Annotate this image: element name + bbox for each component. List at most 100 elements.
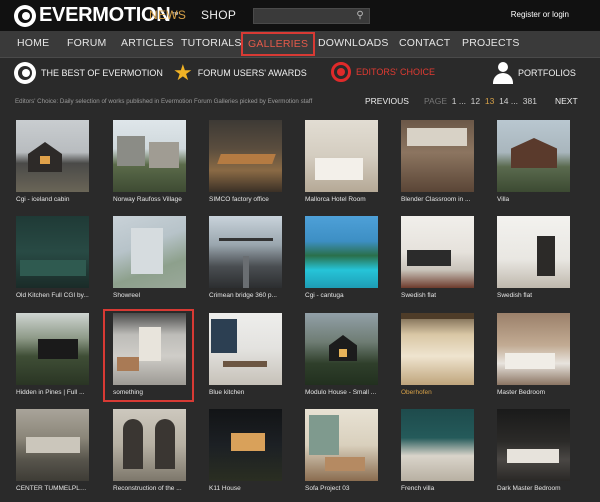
page-1[interactable]: 1: [452, 96, 457, 106]
search-icon[interactable]: ⚲: [354, 10, 366, 22]
gallery-tile[interactable]: Cgi - iceland cabin: [16, 120, 89, 203]
gallery-caption[interactable]: Dark Master Bedroom: [497, 485, 570, 492]
gallery-caption[interactable]: Swedish flat: [401, 292, 474, 299]
gallery-caption[interactable]: Showreel: [113, 292, 186, 299]
gallery-thumbnail[interactable]: [497, 409, 570, 481]
nav-contact[interactable]: CONTACT: [399, 37, 450, 49]
gallery-caption[interactable]: Sofa Project 03: [305, 485, 378, 492]
gallery-tile[interactable]: SIMCO factory office: [209, 120, 282, 203]
gallery-caption[interactable]: K11 House: [209, 485, 282, 492]
gallery-tile[interactable]: Villa: [497, 120, 570, 203]
nav-tutorials[interactable]: TUTORIALS: [181, 37, 242, 49]
nav-galleries[interactable]: GALLERIES: [241, 32, 316, 56]
gallery-tile[interactable]: Sofa Project 03: [305, 409, 378, 492]
category-editors-choice[interactable]: EDITORS' CHOICE: [331, 62, 435, 82]
category-best-of-evermotion[interactable]: THE BEST OF EVERMOTION: [14, 62, 163, 84]
page-381[interactable]: 381: [523, 96, 537, 106]
page-14[interactable]: 14: [499, 96, 508, 106]
gallery-tile[interactable]: French villa: [401, 409, 474, 492]
gallery-thumbnail[interactable]: [209, 409, 282, 481]
evermotion-logo-icon: [14, 62, 36, 84]
register-login-link[interactable]: Register or login: [511, 10, 569, 19]
gallery-caption[interactable]: Blue kitchen: [209, 389, 282, 396]
gallery-tile[interactable]: Hidden in Pines | Full ...: [16, 313, 89, 396]
star-icon: ★: [173, 60, 193, 85]
gallery-thumbnail[interactable]: [497, 216, 570, 288]
gallery-thumbnail[interactable]: [497, 313, 570, 385]
gallery-thumbnail[interactable]: [305, 120, 378, 192]
gallery-thumbnail[interactable]: [209, 313, 282, 385]
page-ellipsis: ...: [510, 96, 519, 106]
pager-next[interactable]: NEXT: [555, 96, 578, 106]
page-13-current: 13: [484, 96, 495, 106]
gallery-caption[interactable]: Blender Classroom in ...: [401, 196, 474, 203]
gallery-tile[interactable]: Reconstruction of the ...: [113, 409, 186, 492]
gallery-tile[interactable]: Dark Master Bedroom: [497, 409, 570, 492]
gallery-caption[interactable]: Crimean bridge 360 p...: [209, 292, 282, 299]
gallery-thumbnail[interactable]: [113, 216, 186, 288]
gallery-caption[interactable]: Oberhofen: [401, 389, 474, 396]
gallery-tile[interactable]: Master Bedroom: [497, 313, 570, 396]
gallery-tile[interactable]: Oberhofen: [401, 313, 474, 396]
gallery-thumbnail[interactable]: [401, 216, 474, 288]
gallery-thumbnail[interactable]: [497, 120, 570, 192]
gallery-tile[interactable]: Blue kitchen: [209, 313, 282, 396]
nav-forum[interactable]: FORUM: [67, 37, 107, 49]
gallery-thumbnail[interactable]: [16, 313, 89, 385]
gallery-tile[interactable]: Old Kitchen Full CGI by...: [16, 216, 89, 299]
gallery-caption[interactable]: Mallorca Hotel Room: [305, 196, 378, 203]
gallery-thumbnail[interactable]: [305, 216, 378, 288]
gallery-thumbnail[interactable]: [113, 409, 186, 481]
gallery-thumbnail[interactable]: [16, 120, 89, 192]
gallery-thumbnail[interactable]: [401, 120, 474, 192]
category-label: FORUM USERS' AWARDS: [197, 68, 307, 78]
gallery-caption[interactable]: Villa: [497, 196, 570, 203]
gallery-caption[interactable]: Reconstruction of the ...: [113, 485, 186, 492]
gallery-caption[interactable]: SIMCO factory office: [209, 196, 282, 203]
gallery-thumbnail[interactable]: [401, 313, 474, 385]
gallery-thumbnail[interactable]: [16, 409, 89, 481]
gallery-caption[interactable]: French villa: [401, 485, 474, 492]
gallery-thumbnail[interactable]: [401, 409, 474, 481]
gallery-caption[interactable]: Cgi - cantuga: [305, 292, 378, 299]
page-ellipsis: ...: [458, 96, 466, 106]
gallery-caption[interactable]: Modulo House - Small ...: [305, 389, 378, 396]
gallery-tile[interactable]: Modulo House - Small ...: [305, 313, 378, 396]
gallery-tile[interactable]: Showreel: [113, 216, 186, 299]
top-nav-shop[interactable]: SHOP: [201, 8, 236, 22]
gallery-thumbnail[interactable]: [16, 216, 89, 288]
page-12[interactable]: 12: [471, 96, 480, 106]
category-portfolios[interactable]: PORTFOLIOS: [493, 62, 576, 84]
nav-downloads[interactable]: DOWNLOADS: [318, 37, 389, 49]
gallery-tile[interactable]: Swedish flat: [401, 216, 474, 299]
gallery-caption[interactable]: Master Bedroom: [497, 389, 570, 396]
gallery-tile[interactable]: Swedish flat: [497, 216, 570, 299]
gallery-caption[interactable]: Old Kitchen Full CGI by...: [16, 292, 89, 299]
gallery-tile[interactable]: K11 House: [209, 409, 282, 492]
gallery-thumbnail[interactable]: [209, 216, 282, 288]
gallery-thumbnail[interactable]: [113, 120, 186, 192]
gallery-thumbnail[interactable]: [305, 409, 378, 481]
nav-projects[interactable]: PROJECTS: [462, 37, 520, 49]
nav-home[interactable]: HOME: [17, 37, 49, 49]
gallery-tile[interactable]: Mallorca Hotel Room: [305, 120, 378, 203]
gallery-caption[interactable]: Swedish flat: [497, 292, 570, 299]
category-forum-users-awards[interactable]: ★ FORUM USERS' AWARDS: [173, 62, 307, 84]
gallery-tile[interactable]: Blender Classroom in ...: [401, 120, 474, 203]
gallery-caption[interactable]: Norway Raufoss Village: [113, 196, 186, 203]
gallery-caption[interactable]: Cgi - iceland cabin: [16, 196, 89, 203]
gallery-thumbnail[interactable]: [305, 313, 378, 385]
top-nav-news[interactable]: NEWS: [149, 8, 186, 22]
gallery-tile[interactable]: CENTER TUMMELPLAT...: [16, 409, 89, 492]
nav-articles[interactable]: ARTICLES: [121, 37, 174, 49]
gallery-tile[interactable]: Crimean bridge 360 p...: [209, 216, 282, 299]
search-input[interactable]: ⚲: [253, 8, 370, 24]
pager-previous[interactable]: PREVIOUS: [365, 96, 409, 106]
gallery-tile[interactable]: Norway Raufoss Village: [113, 120, 186, 203]
gallery-tile[interactable]: Cgi - cantuga: [305, 216, 378, 299]
gallery-caption[interactable]: Hidden in Pines | Full ...: [16, 389, 89, 396]
main-nav: HOME FORUM ARTICLES TUTORIALS GALLERIES …: [0, 31, 600, 58]
gallery-caption[interactable]: CENTER TUMMELPLAT...: [16, 485, 89, 492]
gallery-thumbnail[interactable]: [209, 120, 282, 192]
person-icon: [493, 62, 513, 84]
